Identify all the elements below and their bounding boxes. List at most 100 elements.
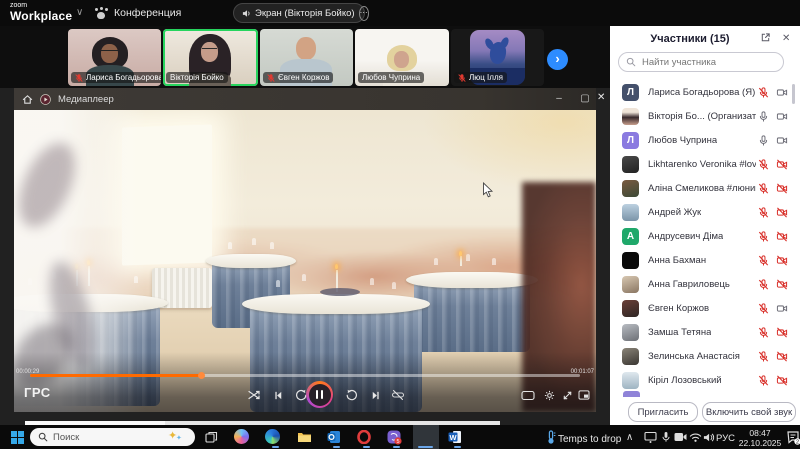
pip-icon[interactable] — [576, 387, 592, 403]
panel-scrollbar[interactable] — [792, 84, 795, 104]
camera-off-icon[interactable] — [776, 183, 788, 194]
previous-icon[interactable] — [270, 387, 286, 403]
video-tile-viktoriia[interactable]: Вікторія Бойко — [163, 29, 258, 86]
copilot-icon[interactable] — [234, 429, 249, 444]
camera-off-icon[interactable] — [776, 375, 788, 386]
maximize-button[interactable]: ▢ — [574, 88, 596, 110]
home-icon[interactable] — [22, 94, 33, 105]
participant-row[interactable]: Кіріл Лозовський — [610, 368, 796, 392]
notification-icon[interactable]: 2 — [785, 429, 800, 445]
svg-text:W: W — [449, 433, 457, 442]
video-tile-larysa[interactable]: Лариса Богадьорова — [68, 29, 161, 86]
opera-icon[interactable] — [356, 429, 372, 445]
participant-avatar: Л — [622, 132, 639, 149]
screen-share-pill[interactable]: Экран (Вікторія Бойко) ⋯ — [233, 3, 365, 23]
participant-search[interactable] — [618, 52, 784, 72]
search-input[interactable] — [640, 56, 764, 69]
mic-on-icon[interactable] — [758, 111, 769, 122]
video-tile-yevhen[interactable]: Євген Коржов — [260, 29, 353, 86]
popout-icon[interactable] — [760, 32, 771, 43]
language-indicator[interactable]: РУС — [716, 433, 735, 444]
video-tile-liuts[interactable]: Люц Ілля — [451, 29, 544, 86]
camera-off-icon[interactable] — [776, 159, 788, 170]
tray-chevron-icon[interactable]: ∧ — [626, 432, 633, 443]
mic-muted-icon[interactable] — [758, 303, 769, 314]
video-tile-liubov[interactable]: Любов Чуприна — [355, 29, 449, 86]
participant-row[interactable]: Замша Тетяна — [610, 320, 796, 344]
participant-row[interactable]: Зелинська Анастасія — [610, 344, 796, 368]
media-player-titlebar[interactable]: Медиаплеер – ▢ — [14, 88, 596, 110]
camera-on-icon[interactable] — [776, 303, 788, 314]
participant-row[interactable]: Likhtarenko Veronika #lovealina — [610, 152, 796, 176]
mic-muted-icon[interactable] — [758, 375, 769, 386]
camera-off-icon[interactable] — [776, 255, 788, 266]
forward-icon[interactable] — [344, 387, 360, 403]
cast-icon[interactable] — [642, 429, 658, 445]
word-icon[interactable]: W — [447, 429, 463, 445]
next-icon[interactable] — [367, 387, 383, 403]
task-view-icon[interactable] — [203, 429, 219, 445]
video-content[interactable] — [14, 110, 596, 412]
mic-muted-icon[interactable] — [758, 327, 769, 338]
mic-muted-icon[interactable] — [758, 87, 769, 98]
camera-on-icon[interactable] — [776, 87, 788, 98]
mic-muted-icon[interactable] — [758, 183, 769, 194]
participant-row[interactable]: Андрей Жук — [610, 200, 796, 224]
outlook-icon[interactable] — [326, 429, 342, 445]
fullscreen-icon[interactable] — [559, 387, 575, 403]
panel-close-icon[interactable]: ✕ — [782, 33, 790, 44]
viber-icon[interactable]: 5 — [386, 429, 402, 445]
volume-icon[interactable] — [701, 429, 717, 445]
camera-off-icon[interactable] — [776, 327, 788, 338]
participant-row[interactable]: Анна Бахман — [610, 248, 796, 272]
mic-muted-icon — [267, 74, 275, 82]
mouse-cursor — [482, 182, 494, 199]
participant-row[interactable]: Аліна Смеликова #люнику — [610, 176, 796, 200]
start-button[interactable] — [9, 429, 25, 445]
participant-avatar — [622, 372, 639, 389]
media-player-window: Медиаплеер – ▢ — [14, 88, 596, 412]
clock-time[interactable]: 08:47 — [742, 428, 778, 438]
participant-row[interactable]: Анна Гавриловець — [610, 272, 796, 296]
participant-row[interactable]: ЛЛюбов Чуприна — [610, 128, 796, 152]
clock-date[interactable]: 22.10.2025 — [736, 438, 784, 448]
camera-off-icon[interactable] — [776, 351, 788, 362]
repeat-off-icon[interactable] — [390, 387, 406, 403]
participant-name: Анна Гавриловець — [648, 279, 730, 290]
mic-muted-icon[interactable] — [758, 279, 769, 290]
minimize-button[interactable]: – — [548, 88, 570, 110]
camera-off-icon[interactable] — [776, 207, 788, 218]
next-participants-button[interactable]: › — [547, 49, 568, 70]
unmute-button[interactable]: Включить свой звук — [702, 402, 796, 422]
camera-on-icon[interactable] — [776, 135, 788, 146]
camera-on-icon[interactable] — [776, 111, 788, 122]
share-more-icon[interactable]: ⋯ — [359, 6, 369, 21]
participant-row[interactable]: AАндрусевич Діма — [610, 224, 796, 248]
invite-button[interactable]: Пригласить — [628, 402, 698, 422]
mic-on-icon[interactable] — [758, 135, 769, 146]
weather-label[interactable]: Temps to drop — [558, 434, 621, 445]
thermometer-icon[interactable] — [543, 429, 559, 445]
edge-icon[interactable] — [265, 429, 280, 444]
camera-off-icon[interactable] — [776, 279, 788, 290]
mic-muted-icon[interactable] — [758, 255, 769, 266]
mic-muted-icon[interactable] — [758, 351, 769, 362]
participant-row[interactable]: ЛЛариса Богадьорова (Я) — [610, 80, 796, 104]
participant-row[interactable]: Вікторія Бо... (Организатор) — [610, 104, 796, 128]
settings-icon[interactable] — [541, 387, 557, 403]
mic-muted-icon[interactable] — [758, 231, 769, 242]
participant-row[interactable]: Євген Коржов — [610, 296, 796, 320]
progress-knob[interactable] — [198, 372, 205, 379]
file-explorer-icon[interactable] — [296, 429, 312, 445]
chevron-down-icon[interactable]: ∨ — [76, 7, 83, 18]
close-icon[interactable]: ✕ — [597, 92, 605, 103]
pause-button[interactable] — [306, 381, 333, 408]
shuffle-icon[interactable] — [246, 387, 262, 403]
mic-muted-icon[interactable] — [758, 207, 769, 218]
tab-conference[interactable]: Конференция — [94, 4, 181, 22]
captions-icon[interactable] — [520, 387, 536, 403]
mic-muted-icon[interactable] — [758, 159, 769, 170]
camera-off-icon[interactable] — [776, 231, 788, 242]
progress-bar[interactable] — [30, 374, 580, 377]
tray-camera-icon[interactable] — [672, 429, 688, 445]
